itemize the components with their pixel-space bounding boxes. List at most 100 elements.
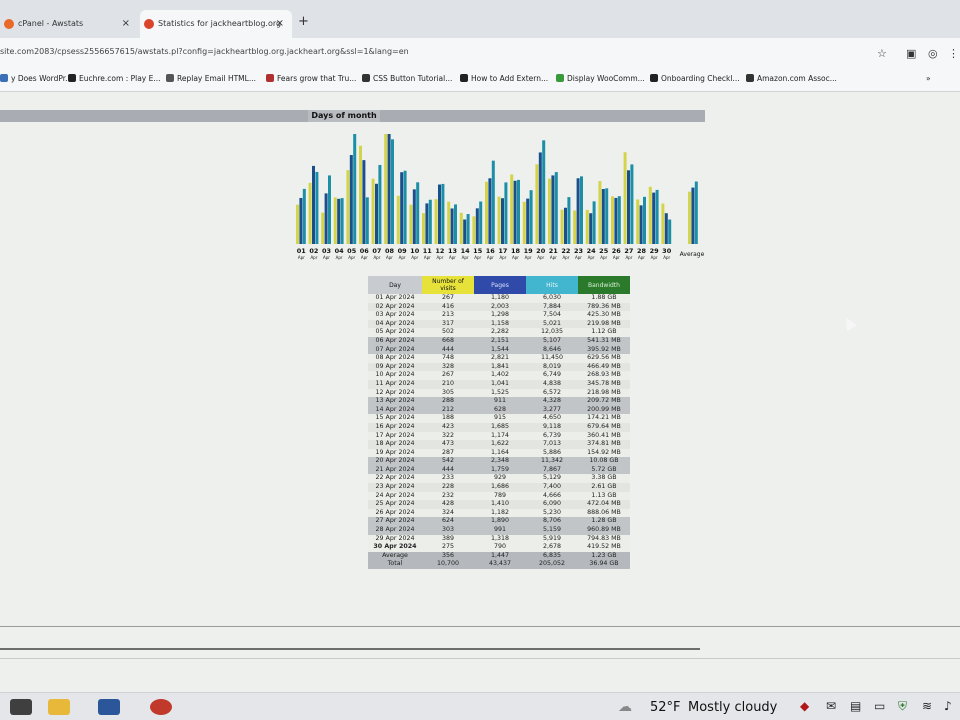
bookmark-item[interactable]: y Does WordPr... — [0, 74, 72, 83]
cell-day: 19 Apr 2024 — [368, 448, 422, 458]
tab-statistics[interactable]: Statistics for jackheartblog.org × — [140, 10, 292, 38]
bookmark-item[interactable]: Euchre.com : Play E... — [68, 74, 161, 83]
cell-pages: 1,759 — [474, 465, 526, 475]
message-icon[interactable]: ✉ — [826, 699, 836, 713]
shield-icon[interactable]: ⛨ — [898, 699, 907, 714]
window-icon[interactable]: ▭ — [874, 699, 885, 713]
bookmark-label: How to Add Extern... — [471, 74, 549, 83]
bookmark-item[interactable]: Display WooComm... — [556, 74, 645, 83]
cell-pages: 2,348 — [474, 457, 526, 466]
bar-pages — [438, 184, 441, 244]
bookmark-item[interactable]: CSS Button Tutorial... — [362, 74, 452, 83]
bar-hits — [378, 164, 382, 244]
cell-day: 06 Apr 2024 — [368, 336, 422, 346]
cell-day: 27 Apr 2024 — [368, 517, 422, 527]
table-row: 02 Apr 2024 416 2,003 7,884 789.36 MB — [368, 302, 630, 312]
tick-label-day: 21 — [549, 247, 559, 255]
bookmark-item[interactable]: Onboarding Checkl... — [650, 74, 740, 83]
bar-visits — [548, 178, 551, 244]
bookmark-item[interactable]: Amazon.com Assoc... — [746, 74, 837, 83]
bar-visits — [346, 170, 350, 244]
security-icon[interactable]: ◆ — [800, 699, 809, 713]
tick-label-month: Apr — [550, 255, 557, 260]
tab-cpanel-awstats[interactable]: cPanel - Awstats × — [0, 10, 138, 38]
table-row-average: Average 356 1,447 6,835 1.23 GB — [368, 551, 630, 561]
bar-pages — [425, 203, 429, 244]
cell-pages: 1,544 — [474, 345, 526, 355]
cell-bandwidth: 1.12 GB — [578, 328, 630, 337]
bar-hits — [668, 219, 672, 244]
bookmark-label: Onboarding Checkl... — [661, 74, 740, 83]
tick-label-day: 03 — [322, 247, 331, 255]
bookmarks-overflow-icon[interactable]: » — [926, 74, 931, 83]
tick-label-month: Apr — [600, 255, 607, 260]
tick-label-day: 15 — [473, 247, 483, 255]
table-row: 18 Apr 2024 473 1,622 7,013 374.81 MB — [368, 440, 630, 449]
url-input[interactable]: site.com2083/cpsess2556657615/awstats.pl… — [0, 47, 409, 56]
weather-temperature[interactable]: 52°F — [650, 700, 681, 715]
cell-day: 04 Apr 2024 — [368, 319, 422, 329]
bar-hits — [302, 188, 306, 244]
bar-hits — [466, 214, 470, 244]
bookmark-item[interactable]: Replay Email HTML... — [166, 74, 256, 83]
days-of-month-chart: 01 Apr 02 Apr 03 Apr 04 Apr 05 Apr 06 Apr 07 Apr 08 Apr… — [292, 122, 712, 262]
address-bar: site.com2083/cpsess2556657615/awstats.pl… — [0, 38, 960, 68]
cell-day: 20 Apr 2024 — [368, 457, 422, 466]
tick-label-month: Apr — [512, 255, 519, 260]
bar-pages — [362, 160, 366, 244]
bookmark-item[interactable]: How to Add Extern... — [460, 74, 548, 83]
cell-hits: 3,277 — [526, 405, 578, 415]
weather-cloud-icon[interactable]: ☁ — [618, 699, 632, 715]
cell-visits: 748 — [422, 354, 474, 363]
cell-hits: 6,739 — [526, 431, 578, 441]
word-icon[interactable] — [98, 699, 120, 715]
divider — [0, 658, 960, 659]
new-tab-button[interactable]: + — [298, 14, 309, 29]
cell-hits: 4,666 — [526, 491, 578, 501]
cell-bandwidth: 36.94 GB — [578, 560, 630, 569]
tick-label-month: Apr — [399, 255, 406, 260]
bookmark-favicon-icon — [0, 74, 8, 82]
bookmark-item[interactable]: Fears grow that Tru... — [266, 74, 356, 83]
cell-hits: 4,650 — [526, 414, 578, 423]
bar-visits — [296, 204, 299, 244]
cell-visits: 303 — [422, 526, 474, 535]
clipboard-icon[interactable]: ▤ — [850, 699, 861, 713]
profile-icon[interactable]: ◎ — [928, 47, 938, 60]
menu-icon[interactable]: ⋮ — [948, 47, 959, 60]
tick-label-average: Average — [680, 251, 705, 258]
bar-pages — [614, 197, 618, 244]
cell-visits: 542 — [422, 457, 474, 466]
tick-label-day: 01 — [297, 247, 307, 255]
bar-visits — [535, 164, 539, 244]
file-explorer-icon[interactable] — [48, 699, 70, 715]
tick-label-month: Apr — [499, 255, 506, 260]
tick-label-day: 24 — [587, 247, 597, 255]
bar-pages — [463, 219, 467, 244]
bar-visits — [573, 210, 577, 244]
cell-visits: 233 — [422, 474, 474, 484]
cell-day: 22 Apr 2024 — [368, 474, 422, 484]
cell-bandwidth: 419.52 MB — [578, 543, 630, 552]
cell-bandwidth: 1.88 GB — [578, 294, 630, 303]
tick-label-day: 26 — [612, 247, 622, 255]
close-icon[interactable]: × — [276, 10, 284, 38]
cell-hits: 205,052 — [526, 560, 578, 569]
table-row: 19 Apr 2024 287 1,164 5,886 154.92 MB — [368, 448, 630, 458]
bar-hits — [529, 190, 533, 244]
speaker-icon[interactable]: ♪ — [944, 699, 952, 713]
close-icon[interactable]: × — [122, 10, 130, 38]
star-icon[interactable]: ☆ — [877, 47, 887, 60]
weather-description[interactable]: Mostly cloudy — [688, 700, 777, 715]
bar-hits — [617, 196, 621, 244]
table-row: 14 Apr 2024 212 628 3,277 200.99 MB — [368, 405, 630, 415]
headset-icon[interactable] — [150, 699, 172, 715]
cell-visits: 317 — [422, 319, 474, 329]
table-row: 12 Apr 2024 305 1,525 6,572 218.98 MB — [368, 388, 630, 398]
wifi-icon[interactable]: ≋ — [922, 699, 932, 713]
windows-taskbar: ☁ 52°F Mostly cloudy ◆ ✉ ▤ ▭ ⛨ ≋ ♪ — [0, 692, 960, 720]
cell-day: 26 Apr 2024 — [368, 508, 422, 518]
cell-visits: 287 — [422, 448, 474, 458]
extension-icon[interactable]: ▣ — [906, 47, 916, 60]
taskbar-app-icon[interactable] — [10, 699, 32, 715]
